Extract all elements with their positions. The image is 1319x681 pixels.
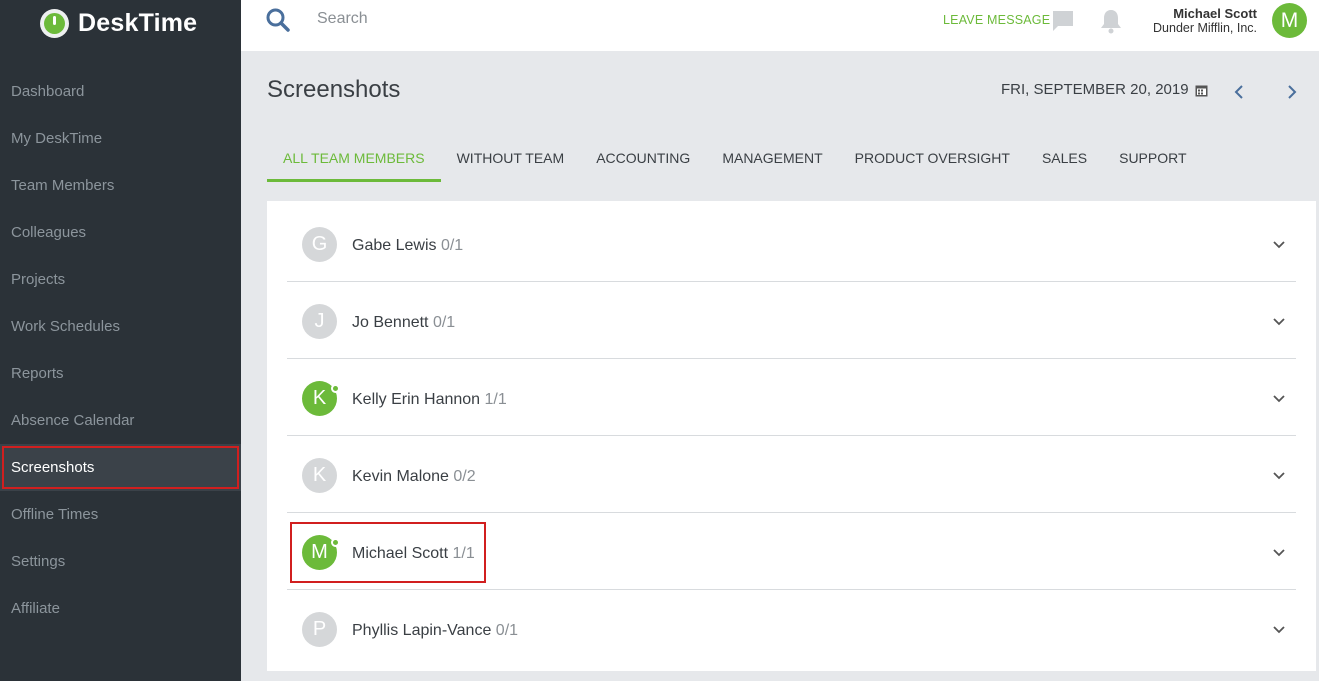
top-bar: LEAVE MESSAGE Michael Scott Dunder Miffl… bbox=[241, 0, 1319, 51]
screenshot-count: 0/1 bbox=[440, 237, 464, 254]
leave-message-link[interactable]: LEAVE MESSAGE bbox=[943, 13, 1050, 27]
member-row[interactable]: J Jo Bennett 0/1 bbox=[287, 282, 1296, 359]
sidebar-item-screenshots[interactable]: Screenshots bbox=[0, 444, 241, 491]
screenshot-count: 1/1 bbox=[484, 391, 507, 408]
online-indicator bbox=[331, 384, 340, 393]
tab-sales[interactable]: SALES bbox=[1026, 140, 1103, 182]
message-icon[interactable] bbox=[1052, 10, 1074, 32]
calendar-icon[interactable] bbox=[1195, 84, 1208, 97]
search-icon[interactable] bbox=[265, 7, 291, 33]
desktime-logo-icon bbox=[40, 8, 69, 38]
page-title: Screenshots bbox=[267, 76, 401, 103]
chevron-down-icon[interactable] bbox=[1272, 622, 1286, 636]
member-row[interactable]: M Michael Scott 1/1 bbox=[287, 513, 1296, 590]
sidebar-item-reports[interactable]: Reports bbox=[0, 350, 241, 397]
member-label: Kevin Malone 0/2 bbox=[352, 468, 476, 486]
member-row[interactable]: P Phyllis Lapin-Vance 0/1 bbox=[287, 590, 1296, 667]
date-label: FRI, SEPTEMBER 20, 2019 bbox=[1001, 81, 1189, 98]
sidebar-item-affiliate[interactable]: Affiliate bbox=[0, 585, 241, 632]
member-row[interactable]: G Gabe Lewis 0/1 bbox=[287, 205, 1296, 282]
member-name: Phyllis Lapin-Vance bbox=[352, 622, 492, 639]
member-label: Jo Bennett 0/1 bbox=[352, 314, 455, 332]
member-label: Kelly Erin Hannon 1/1 bbox=[352, 391, 507, 409]
sidebar-item-team-members[interactable]: Team Members bbox=[0, 162, 241, 209]
member-label: Michael Scott 1/1 bbox=[352, 545, 475, 563]
chevron-down-icon[interactable] bbox=[1272, 545, 1286, 559]
avatar-initial: K bbox=[312, 387, 327, 409]
sidebar-item-dashboard[interactable]: Dashboard bbox=[0, 68, 241, 115]
sidebar-item-offline-times[interactable]: Offline Times bbox=[0, 491, 241, 538]
chevron-down-icon[interactable] bbox=[1272, 314, 1286, 328]
chevron-down-icon[interactable] bbox=[1272, 468, 1286, 482]
avatar: M bbox=[302, 535, 340, 570]
member-list: G Gabe Lewis 0/1 J Jo Bennett 0/1 K Kell… bbox=[267, 201, 1316, 671]
user-name: Michael Scott bbox=[1173, 6, 1257, 21]
sidebar: DeskTime Dashboard My DeskTime Team Memb… bbox=[0, 0, 241, 681]
sidebar-item-absence-calendar[interactable]: Absence Calendar bbox=[0, 397, 241, 444]
online-indicator bbox=[331, 538, 340, 547]
tab-support[interactable]: SUPPORT bbox=[1103, 140, 1202, 182]
tab-all-team-members[interactable]: ALL TEAM MEMBERS bbox=[267, 140, 441, 182]
sidebar-nav: Dashboard My DeskTime Team Members Colle… bbox=[0, 68, 241, 632]
avatar: P bbox=[302, 612, 337, 647]
user-avatar[interactable]: M bbox=[1272, 3, 1307, 38]
avatar: J bbox=[302, 304, 337, 339]
sidebar-item-work-schedules[interactable]: Work Schedules bbox=[0, 303, 241, 350]
avatar: G bbox=[302, 227, 337, 262]
avatar: K bbox=[302, 458, 337, 493]
member-name: Gabe Lewis bbox=[352, 237, 437, 254]
member-row[interactable]: K Kevin Malone 0/2 bbox=[287, 436, 1296, 513]
sidebar-item-my-desktime[interactable]: My DeskTime bbox=[0, 115, 241, 162]
member-label: Gabe Lewis 0/1 bbox=[352, 237, 463, 255]
bell-icon[interactable] bbox=[1099, 8, 1123, 34]
tab-product-oversight[interactable]: PRODUCT OVERSIGHT bbox=[839, 140, 1026, 182]
tab-accounting[interactable]: ACCOUNTING bbox=[580, 140, 706, 182]
search-input[interactable] bbox=[317, 7, 617, 31]
member-name: Michael Scott bbox=[352, 545, 449, 562]
avatar: K bbox=[302, 381, 340, 416]
screenshot-count: 1/1 bbox=[452, 545, 475, 562]
member-name: Kelly Erin Hannon bbox=[352, 391, 481, 408]
chevron-left-icon[interactable] bbox=[1231, 83, 1249, 101]
tab-management[interactable]: MANAGEMENT bbox=[706, 140, 838, 182]
tab-without-team[interactable]: WITHOUT TEAM bbox=[441, 140, 581, 182]
member-row[interactable]: K Kelly Erin Hannon 1/1 bbox=[287, 359, 1296, 436]
team-tabs: ALL TEAM MEMBERS WITHOUT TEAM ACCOUNTING… bbox=[267, 140, 1203, 182]
screenshot-count: 0/2 bbox=[453, 468, 476, 485]
screenshot-count: 0/1 bbox=[495, 622, 519, 639]
avatar-initial: M bbox=[311, 541, 328, 563]
screenshot-count: 0/1 bbox=[432, 314, 456, 331]
sidebar-item-projects[interactable]: Projects bbox=[0, 256, 241, 303]
sidebar-item-colleagues[interactable]: Colleagues bbox=[0, 209, 241, 256]
chevron-down-icon[interactable] bbox=[1272, 391, 1286, 405]
logo[interactable]: DeskTime bbox=[40, 8, 197, 38]
member-name: Jo Bennett bbox=[352, 314, 429, 331]
member-label: Phyllis Lapin-Vance 0/1 bbox=[352, 622, 518, 640]
sidebar-item-settings[interactable]: Settings bbox=[0, 538, 241, 585]
member-name: Kevin Malone bbox=[352, 468, 449, 485]
logo-text: DeskTime bbox=[78, 8, 198, 37]
chevron-down-icon[interactable] bbox=[1272, 237, 1286, 251]
chevron-right-icon[interactable] bbox=[1282, 83, 1300, 101]
user-company: Dunder Mifflin, Inc. bbox=[1153, 21, 1257, 35]
